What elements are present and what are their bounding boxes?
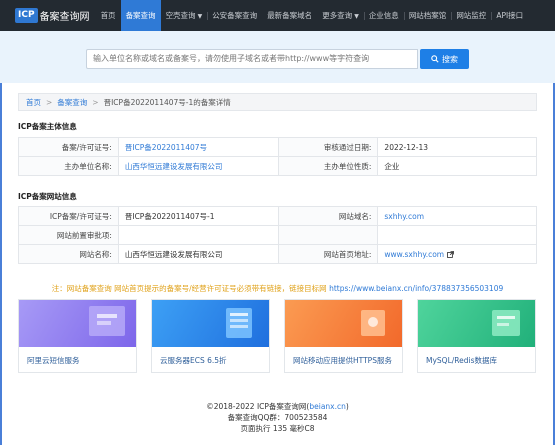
nav-empty-shell-query[interactable]: 空壳查询 ▼ <box>161 0 208 31</box>
table-row: 主办单位名称: 山西华恒远建设发展有限公司 主办单位性质: 企业 <box>18 156 537 176</box>
field-label: 网站名称: <box>18 244 119 264</box>
logo-badge: ICP <box>15 8 38 23</box>
copyright-end: ) <box>345 402 349 411</box>
footer-copyright: ©2018-2022 ICP备案查询网(beianx.cn) <box>0 401 555 412</box>
nav-api[interactable]: API接口 <box>491 0 528 31</box>
card-banner <box>285 300 402 347</box>
copyright-text: ©2018-2022 ICP备案查询网( <box>206 402 310 411</box>
organizer-name: 山西华恒远建设发展有限公司 <box>117 156 279 176</box>
notice-link[interactable]: https://www.beianx.cn/info/3788373565031… <box>329 284 503 293</box>
card-banner <box>152 300 269 347</box>
card-graphic <box>226 308 252 338</box>
card-caption: MySQL/Redis数据库 <box>426 356 498 365</box>
nav-more-label: 更多查询 <box>322 11 353 20</box>
notice-message: 注：网站备案查询 网站首页提示的备案号/经营许可证号必须带有链接，链接目标网 <box>51 284 327 293</box>
chevron-down-icon: ▼ <box>354 13 359 20</box>
card-caption: 云服务器ECS 6.5折 <box>160 356 227 365</box>
search-button[interactable]: 搜索 <box>420 49 469 69</box>
site-logo[interactable]: ICP 备案查询网 <box>15 8 90 23</box>
nav-more-query[interactable]: 更多查询 ▼ <box>317 0 364 31</box>
field-label: 备案/许可证号: <box>18 137 119 157</box>
organizer-type: 企业 <box>377 156 537 176</box>
breadcrumb-current: 晋ICP备2022011407号-1的备案详情 <box>103 97 231 107</box>
field-label: 网站域名: <box>277 206 379 226</box>
field-label: ICP备案/许可证号: <box>18 206 119 226</box>
nav-site-archive[interactable]: 网站档案馆 <box>403 0 452 31</box>
pre-approval-value <box>117 225 279 245</box>
nav-latest-domains[interactable]: 最新备案域名 <box>262 0 317 31</box>
search-icon <box>431 55 439 63</box>
breadcrumb-section[interactable]: 备案查询 <box>57 97 87 108</box>
card-graphic <box>89 306 125 336</box>
footer-site-link[interactable]: beianx.cn <box>309 402 346 411</box>
notice-text: 注：网站备案查询 网站首页提示的备案号/经营许可证号必须带有链接，链接目标网 h… <box>18 283 537 294</box>
search-input[interactable]: 输入单位名称或域名或备案号，请勿使用子域名或者带http://www等字符查询 <box>86 49 418 69</box>
site-info-table: ICP备案/许可证号: 晋ICP备2022011407号-1 网站域名: sxh… <box>18 206 537 264</box>
footer-qq-group: 备案查询QQ群：700523584 <box>227 413 328 422</box>
card-caption: 网站移动应用提供HTTPS服务 <box>293 356 392 365</box>
organizer-link[interactable]: 山西华恒远建设发展有限公司 <box>125 162 223 171</box>
field-label: 主办单位名称: <box>18 156 119 176</box>
ad-card-database[interactable]: MySQL/Redis数据库 <box>417 299 536 373</box>
approval-date: 2022-12-13 <box>377 137 537 157</box>
card-banner <box>19 300 136 347</box>
main-info-title: ICP备案主体信息 <box>18 122 77 131</box>
card-caption: 阿里云短信服务 <box>27 356 80 365</box>
main-info-table: 备案/许可证号: 晋ICP备2022011407号 审核通过日期: 2022-1… <box>18 137 537 176</box>
empty-cell <box>277 225 379 245</box>
external-link-icon[interactable] <box>447 250 455 258</box>
site-license-number: 晋ICP备2022011407号-1 <box>117 206 279 226</box>
site-name: 山西华恒远建设发展有限公司 <box>117 244 279 264</box>
ad-card-https[interactable]: 网站移动应用提供HTTPS服务 <box>284 299 403 373</box>
search-button-label: 搜索 <box>442 54 458 64</box>
field-label: 网站首页地址: <box>277 244 379 264</box>
breadcrumb-separator: > <box>46 97 53 107</box>
table-row: 网站名称: 山西华恒远建设发展有限公司 网站首页地址: www.sxhhy.co… <box>18 244 537 264</box>
nav-home[interactable]: 首页 <box>96 0 121 31</box>
site-domain-link[interactable]: sxhhy.com <box>384 212 424 221</box>
ad-card-sms[interactable]: 阿里云短信服务 <box>18 299 137 373</box>
breadcrumb: 首页 > 备案查询 > 晋ICP备2022011407号-1的备案详情 <box>18 93 537 111</box>
footer-timing: 页面执行 135 毫秒C8 <box>240 424 315 433</box>
breadcrumb-home[interactable]: 首页 <box>26 97 41 108</box>
top-navbar: ICP 备案查询网 首页 备案查询 空壳查询 ▼ 公安备案查询 最新备案域名 更多… <box>0 0 555 31</box>
site-homepage-link[interactable]: www.sxhhy.com <box>384 250 444 259</box>
table-row: 网站前置审批项: <box>18 225 537 245</box>
logo-text: 备案查询网 <box>39 12 90 23</box>
empty-cell <box>377 225 537 245</box>
icp-license-link[interactable]: 晋ICP备2022011407号 <box>125 143 207 152</box>
site-info-title: ICP备案网站信息 <box>18 192 77 201</box>
chevron-down-icon: ▼ <box>197 13 203 20</box>
table-row: ICP备案/许可证号: 晋ICP备2022011407号-1 网站域名: sxh… <box>18 206 537 226</box>
icp-license-number: 晋ICP备2022011407号 <box>117 137 279 157</box>
field-label: 审核通过日期: <box>277 137 379 157</box>
card-graphic <box>361 310 385 336</box>
field-label: 网站前置审批项: <box>18 225 119 245</box>
card-banner <box>418 300 535 347</box>
nav-police-query[interactable]: 公安备案查询 <box>207 0 262 31</box>
nav-empty-shell-label: 空壳查询 <box>165 11 196 20</box>
table-row: 备案/许可证号: 晋ICP备2022011407号 审核通过日期: 2022-1… <box>18 137 537 157</box>
nav-icp-query[interactable]: 备案查询 <box>120 0 161 31</box>
card-graphic <box>492 310 520 336</box>
site-homepage: www.sxhhy.com <box>377 244 537 264</box>
ad-card-ecs[interactable]: 云服务器ECS 6.5折 <box>151 299 270 373</box>
site-domain: sxhhy.com <box>377 206 537 226</box>
nav-company-info[interactable]: 企业信息 <box>363 0 404 31</box>
breadcrumb-separator: > <box>92 97 99 107</box>
field-label: 主办单位性质: <box>277 156 379 176</box>
nav-site-monitor[interactable]: 网站监控 <box>451 0 491 31</box>
